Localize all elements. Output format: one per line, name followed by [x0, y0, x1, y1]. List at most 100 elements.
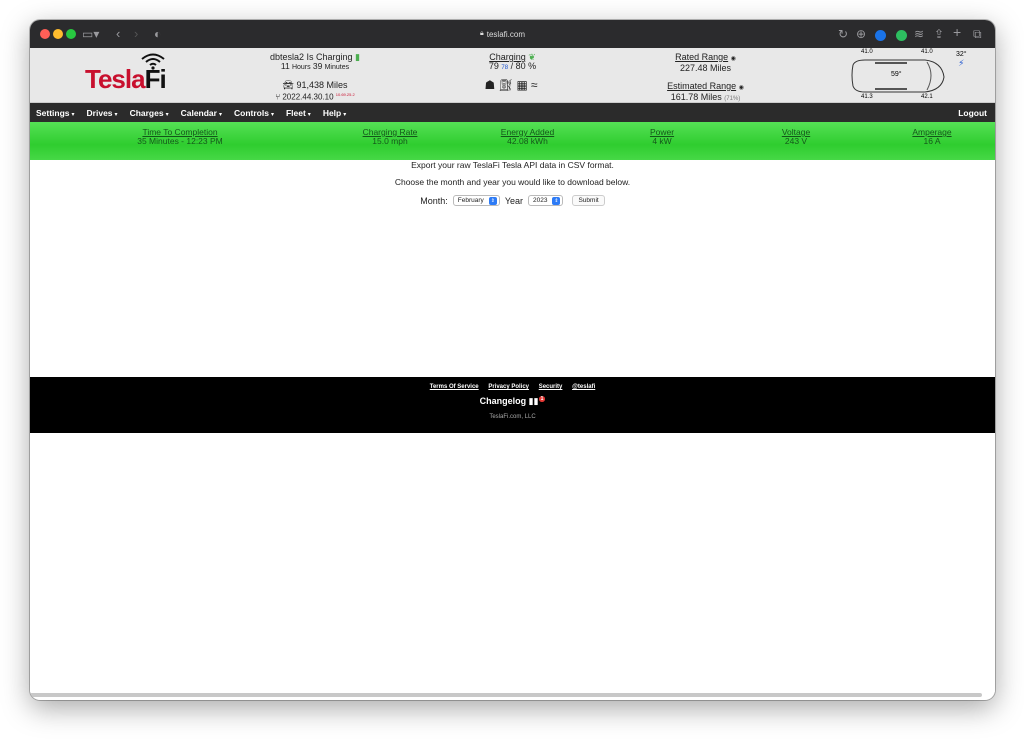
wifi-icon[interactable]: ≈ [531, 78, 541, 92]
tire-front-left-pressure: 41.0 [861, 49, 873, 55]
nav-label: Calendar [180, 107, 217, 118]
zoom-window-button[interactable] [66, 29, 76, 39]
forward-icon[interactable]: › [134, 25, 138, 43]
twitter-link[interactable]: @teslafi [572, 384, 595, 390]
battery-sub-level: 78 [501, 65, 509, 71]
tire-pressure-diagram: 41.0 41.0 59° 41.3 42.1 [845, 49, 950, 102]
nav-help[interactable]: Help ▾ [317, 108, 352, 118]
tire-rear-right-pressure: 42.1 [921, 94, 933, 100]
status-value: 15.0 mph [372, 136, 408, 146]
new-tab-icon[interactable]: + [953, 23, 961, 41]
charging-status-bar: Time To Completion 35 Minutes - 12:23 PM… [30, 122, 995, 160]
horizontal-scrollbar[interactable] [30, 693, 982, 697]
reload-icon[interactable]: ↻ [838, 25, 848, 43]
changelog-label: Changelog [479, 396, 527, 406]
status-energy-added: Energy Added 42.08 kWh [480, 128, 575, 146]
charging-bolt-icon: ⚡︎ [958, 58, 965, 68]
vehicle-status: dbtesla2 Is Charging ▮ 11 Hours 39 Minut… [245, 53, 385, 102]
status-power: Power 4 kW [630, 128, 694, 146]
charging-summary: Charging ❦ 79 78 / 80 % ☗⛽︎▦≈ [484, 52, 541, 92]
back-icon[interactable]: ‹ [116, 25, 120, 43]
privacy-policy-link[interactable]: Privacy Policy [488, 384, 529, 390]
nav-settings[interactable]: Settings ▾ [30, 108, 81, 118]
page-blank-area [30, 433, 995, 692]
estimated-range-percent: (71%) [724, 96, 741, 102]
nav-controls[interactable]: Controls ▾ [228, 108, 280, 118]
footer-links: Terms Of Service Privacy Policy Security… [30, 384, 995, 390]
nav-label: Settings [36, 107, 70, 118]
month-label: Month: [420, 195, 448, 206]
privacy-shield-icon[interactable]: ◐ [154, 25, 161, 43]
info-icon: ◉ [738, 85, 744, 91]
caret-down-icon: ▾ [71, 111, 75, 118]
caret-down-icon: ▾ [218, 111, 222, 118]
minimize-window-button[interactable] [53, 29, 63, 39]
estimated-range-value: 161.78 Miles [670, 92, 722, 102]
submit-button[interactable]: Submit [572, 195, 605, 206]
year-label: Year [504, 195, 523, 206]
month-select[interactable]: February ⇕ [452, 195, 500, 206]
nav-calendar[interactable]: Calendar ▾ [175, 108, 228, 118]
wifi-logo-icon [141, 53, 165, 70]
download-icon[interactable]: ⊕ [856, 25, 866, 43]
changelog-count-badge: 1 [538, 396, 546, 402]
car-icon: 🚘︎ [282, 80, 294, 90]
site-footer: Terms Of Service Privacy Policy Security… [30, 377, 995, 433]
caret-down-icon: ▾ [114, 111, 118, 118]
terms-of-service-link[interactable]: Terms Of Service [430, 384, 479, 390]
binoculars-icon[interactable]: ☗ [485, 78, 499, 92]
evernote-extension-icon[interactable] [896, 28, 907, 46]
tab-overview-icon[interactable]: ⧉ [973, 25, 982, 43]
estimated-range-label[interactable]: Estimated Range [667, 81, 736, 91]
status-voltage: Voltage 243 V [764, 128, 828, 146]
export-instructions: Choose the month and year you would like… [394, 177, 631, 187]
export-description: Export your raw TeslaFi Tesla API data i… [411, 160, 614, 170]
export-panel: Export your raw TeslaFi Tesla API data i… [30, 160, 995, 376]
address-bar[interactable]: 🔒︎ teslafi.com [175, 24, 830, 44]
share-icon[interactable]: ⇪ [934, 25, 944, 43]
nav-label: Help [322, 107, 342, 118]
caret-down-icon: ▾ [343, 111, 347, 118]
url-text: teslafi.com [486, 29, 525, 39]
percent-sign: % [528, 61, 537, 71]
password-extension-icon[interactable] [875, 28, 886, 46]
battery-level: 79 [488, 61, 499, 71]
status-value: 243 V [784, 136, 808, 146]
sidebar-icon[interactable]: ▭▾ [82, 25, 99, 43]
nav-drives[interactable]: Drives ▾ [81, 108, 124, 118]
layers-extension-icon[interactable]: ≋ [914, 25, 924, 43]
select-arrows-icon: ⇕ [488, 196, 497, 205]
calendar-icon[interactable]: ▦ [517, 78, 531, 92]
outside-weather: 32° ⚡︎ [956, 51, 967, 69]
tire-front-right-pressure: 41.0 [921, 49, 933, 55]
changelog-link[interactable]: Changelog ▮▮ 1 [30, 396, 995, 407]
plug-icon: ▮ [355, 52, 361, 62]
status-charging-rate: Charging Rate 15.0 mph [345, 128, 435, 146]
status-value: 35 Minutes - 12:23 PM [137, 136, 223, 146]
status-value: 42.08 kWh [507, 136, 548, 146]
nav-charges[interactable]: Charges ▾ [124, 108, 175, 118]
software-version: 2022.44.30.10 [282, 92, 334, 102]
nav-label: Fleet [285, 107, 306, 118]
software-branch-icon: ⑂ [275, 92, 281, 102]
software-version-superscript: 10.69.25.2 [335, 92, 355, 97]
range-summary: Rated Range ◉ 227.48 Miles Estimated Ran… [648, 53, 763, 104]
nav-fleet[interactable]: Fleet ▾ [280, 108, 317, 118]
rated-range-value: 227.48 Miles [679, 63, 732, 73]
status-value: 4 kW [652, 136, 672, 146]
nav-label: Controls [233, 107, 269, 118]
year-select[interactable]: 2023 ⇕ [528, 195, 564, 206]
close-window-button[interactable] [40, 29, 50, 39]
nav-label: Charges [129, 107, 164, 118]
select-arrows-icon: ⇕ [552, 196, 561, 205]
fuel-station-icon[interactable]: ⛽︎ [498, 78, 516, 92]
rated-range-label[interactable]: Rated Range [675, 52, 728, 62]
interior-temperature: 59° [891, 71, 902, 78]
security-link[interactable]: Security [539, 384, 563, 390]
changelog-book-icon: ▮▮ [528, 396, 539, 406]
logout-link[interactable]: Logout [958, 108, 987, 118]
odometer: 91,438 Miles [296, 80, 348, 90]
caret-down-icon: ▾ [307, 111, 311, 118]
status-amperage: Amperage 16 A [900, 128, 964, 146]
minutes-label: Minutes [324, 64, 350, 71]
